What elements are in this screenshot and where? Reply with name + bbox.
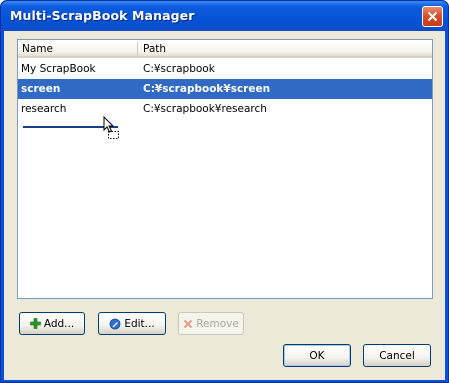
pencil-globe-icon xyxy=(109,318,121,330)
row-path: C:¥scrapbook xyxy=(143,63,215,75)
plus-icon xyxy=(30,318,41,329)
add-button[interactable]: Add... xyxy=(19,312,85,335)
ok-button[interactable]: OK xyxy=(283,344,351,367)
scrapbook-list[interactable]: Name Path My ScrapBook C:¥scrapbook scre… xyxy=(17,39,433,299)
x-icon xyxy=(183,319,193,329)
window-title: Multi-ScrapBook Manager xyxy=(10,8,195,23)
list-header: Name Path xyxy=(18,40,432,58)
edit-button[interactable]: Edit... xyxy=(98,312,166,335)
list-row[interactable]: My ScrapBook C:¥scrapbook xyxy=(18,59,432,79)
drag-cursor-icon xyxy=(103,115,121,143)
row-name: My ScrapBook xyxy=(21,63,96,75)
cancel-button[interactable]: Cancel xyxy=(363,344,431,367)
list-row[interactable]: research C:¥scrapbook¥research xyxy=(18,99,432,119)
row-path: C:¥scrapbook¥screen xyxy=(143,83,271,95)
row-name: screen xyxy=(21,83,61,95)
remove-button[interactable]: Remove xyxy=(178,312,244,335)
row-path: C:¥scrapbook¥research xyxy=(143,103,267,115)
add-button-label: Add... xyxy=(43,317,75,330)
cancel-button-label: Cancel xyxy=(379,349,415,362)
dialog-window: Multi-ScrapBook Manager Name Path My Scr… xyxy=(0,0,449,383)
dialog-content: Name Path My ScrapBook C:¥scrapbook scre… xyxy=(4,31,445,380)
row-name: research xyxy=(21,103,67,115)
remove-button-label: Remove xyxy=(196,317,239,330)
ok-button-label: OK xyxy=(309,349,325,362)
edit-button-label: Edit... xyxy=(124,317,155,330)
close-button[interactable] xyxy=(422,6,443,27)
title-bar[interactable]: Multi-ScrapBook Manager xyxy=(1,1,448,31)
column-header-path[interactable]: Path xyxy=(139,42,432,56)
list-row-selected[interactable]: screen C:¥scrapbook¥screen xyxy=(18,79,432,99)
close-icon xyxy=(427,11,438,22)
column-header-name[interactable]: Name xyxy=(18,42,138,56)
